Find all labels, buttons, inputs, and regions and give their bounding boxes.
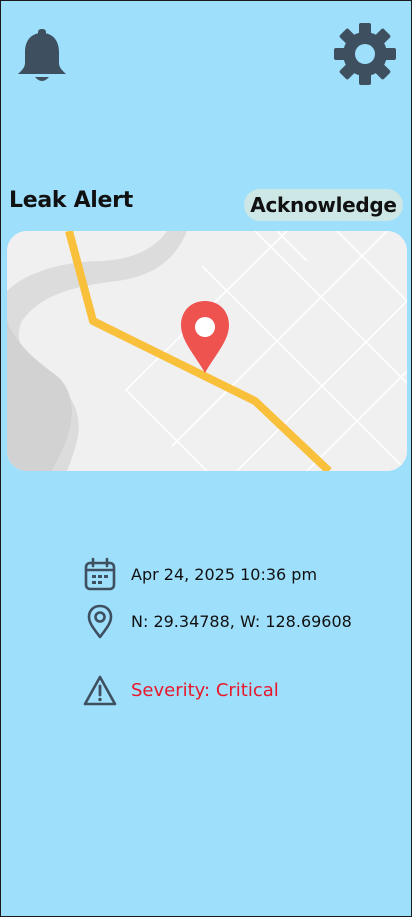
warning-icon [83, 675, 117, 706]
alert-coordinates: N: 29.34788, W: 128.69608 [131, 612, 352, 631]
datetime-row: Apr 24, 2025 10:36 pm [83, 557, 403, 593]
severity-row: Severity: Critical [83, 673, 403, 709]
top-bar [1, 1, 411, 101]
alert-header: Leak Alert Acknowledge [1, 187, 411, 223]
leak-alert-screen: Leak Alert Acknowledge Apr 24, 2025 10:3… [0, 0, 412, 917]
bell-icon [18, 29, 66, 81]
gear-icon [334, 23, 396, 85]
coordinates-row: N: 29.34788, W: 128.69608 [83, 604, 403, 640]
settings-button[interactable] [332, 21, 398, 87]
alert-title: Leak Alert [9, 188, 133, 213]
map-graphic [7, 231, 407, 471]
alert-datetime: Apr 24, 2025 10:36 pm [131, 565, 318, 584]
map-view[interactable] [7, 231, 407, 471]
calendar-icon [84, 557, 116, 591]
notifications-button[interactable] [15, 27, 69, 83]
acknowledge-button[interactable]: Acknowledge [244, 189, 403, 221]
alert-severity: Severity: Critical [131, 680, 279, 701]
location-pin-icon [87, 604, 113, 639]
